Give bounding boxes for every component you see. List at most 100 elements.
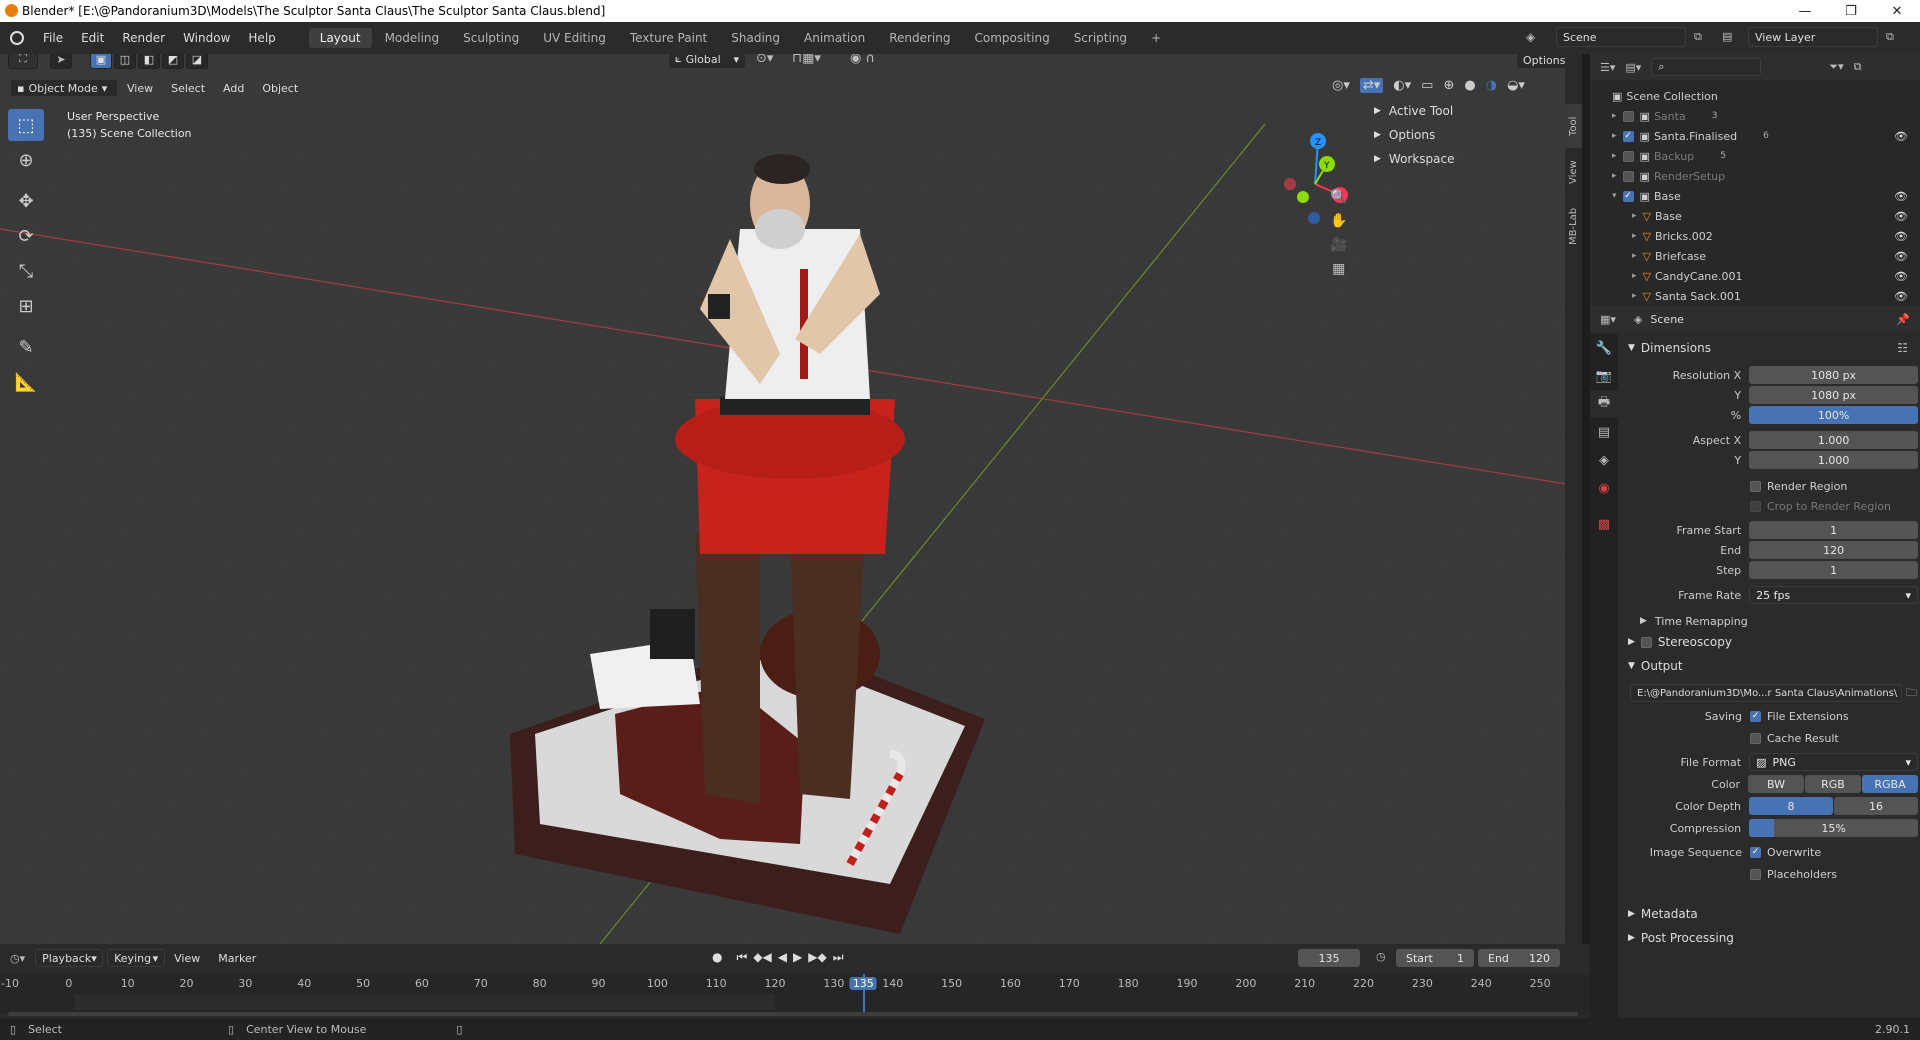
snap-icon[interactable]: ⊓▦▾ bbox=[792, 54, 821, 66]
tab-mblab[interactable]: MB-Lab bbox=[1565, 196, 1582, 256]
outliner-row[interactable]: ▸ ▽ Base 👁 bbox=[1590, 206, 1920, 226]
outliner-row[interactable]: ▸ ▣ Santa 3 bbox=[1590, 106, 1920, 126]
shading-wireframe-icon[interactable]: ⊕ bbox=[1443, 78, 1454, 93]
shading-solid-icon[interactable]: ● bbox=[1464, 78, 1475, 93]
vp-menu-object[interactable]: Object bbox=[253, 82, 307, 95]
checkbox[interactable] bbox=[1640, 636, 1652, 648]
overwrite-checkbox[interactable]: ✓ bbox=[1750, 846, 1761, 858]
pan-hand-icon[interactable]: ✋ bbox=[1330, 213, 1347, 229]
timeline-scrollbar[interactable] bbox=[8, 1012, 1578, 1016]
outliner-row[interactable]: ▸ ▣ Backup 5 bbox=[1590, 146, 1920, 166]
new-collection-icon[interactable]: ⧉ bbox=[1854, 60, 1862, 74]
maximize-button[interactable]: ❐ bbox=[1828, 0, 1874, 22]
measure-tool[interactable]: 📐 bbox=[8, 366, 44, 398]
select-tool-button[interactable]: ➤ bbox=[50, 54, 72, 69]
resolution-percent-field[interactable]: 100% bbox=[1749, 406, 1918, 424]
frame-rate-dropdown[interactable]: 25 fps ▾ bbox=[1749, 586, 1918, 604]
color-rgb-button[interactable]: RGB bbox=[1805, 775, 1861, 793]
view-layer-tab-icon[interactable]: ▤ bbox=[1590, 418, 1618, 446]
output-tab-icon[interactable]: 🖶 bbox=[1590, 390, 1618, 418]
record-icon[interactable]: ● bbox=[712, 950, 722, 965]
visibility-icon[interactable]: ◎▾ bbox=[1332, 78, 1350, 93]
outliner-row[interactable]: ▸ ▽ Bricks.002 👁 bbox=[1590, 226, 1920, 246]
close-button[interactable]: ✕ bbox=[1874, 0, 1920, 22]
select-subtract-icon[interactable]: ◧ bbox=[138, 54, 160, 69]
outliner-editor-icon[interactable]: ☰▾ bbox=[1600, 61, 1615, 74]
end-frame-field[interactable]: End 120 bbox=[1478, 949, 1560, 967]
tool-tab-icon[interactable]: 🔧 bbox=[1590, 334, 1618, 362]
move-tool[interactable]: ✥ bbox=[8, 185, 44, 217]
expand-icon[interactable]: ▾ bbox=[1612, 191, 1617, 201]
outliner-row[interactable]: ▸ ▣ RenderSetup bbox=[1590, 166, 1920, 186]
keying-menu[interactable]: Keying ▾ bbox=[107, 949, 166, 967]
start-frame-field[interactable]: Start 1 bbox=[1396, 949, 1474, 967]
camera-icon[interactable]: 🎥 bbox=[1330, 237, 1347, 253]
expand-icon[interactable]: ▸ bbox=[1612, 111, 1617, 121]
timeline-menu-marker[interactable]: Marker bbox=[209, 952, 265, 965]
outliner-row[interactable]: ▸ ▽ Santa Sack.001 👁 bbox=[1590, 286, 1920, 306]
render-region-checkbox[interactable]: Render Region bbox=[1618, 476, 1918, 496]
sidebar-item-active-tool[interactable]: ▶ Active Tool bbox=[1362, 99, 1562, 123]
exclude-checkbox[interactable]: ✓ bbox=[1622, 190, 1634, 202]
expand-icon[interactable]: ▸ bbox=[1632, 231, 1637, 241]
exclude-checkbox[interactable] bbox=[1622, 150, 1634, 162]
sidebar-item-options[interactable]: ▶ Options bbox=[1362, 123, 1562, 147]
color-bw-button[interactable]: BW bbox=[1748, 775, 1804, 793]
expand-icon[interactable]: ▸ bbox=[1612, 151, 1617, 161]
tab-texture-paint[interactable]: Texture Paint bbox=[619, 28, 718, 48]
texture-tab-icon[interactable]: ▩ bbox=[1590, 510, 1618, 538]
gizmo-toggle-icon[interactable]: ⇄▾ bbox=[1359, 78, 1384, 93]
outliner-row[interactable]: ▸ ✓ ▣ Santa.Finalised 6 👁 bbox=[1590, 126, 1920, 146]
resolution-x-field[interactable]: 1080 px bbox=[1749, 366, 1918, 384]
scale-tool[interactable]: ⤡ bbox=[8, 255, 44, 287]
filter-icon[interactable]: ⏷▾ bbox=[1829, 60, 1843, 74]
jump-end-icon[interactable]: ⏭ bbox=[833, 950, 844, 965]
menu-render[interactable]: Render bbox=[113, 31, 174, 45]
next-keyframe-icon[interactable]: ▶◆ bbox=[808, 950, 826, 965]
tab-uv-editing[interactable]: UV Editing bbox=[532, 28, 617, 48]
visibility-eye-icon[interactable]: 👁 bbox=[1894, 190, 1908, 203]
annotate-tool[interactable]: ✎ bbox=[8, 331, 44, 363]
pin-icon[interactable]: 📌 bbox=[1896, 313, 1910, 326]
view-layer-field[interactable]: View Layer bbox=[1748, 27, 1878, 47]
tab-animation[interactable]: Animation bbox=[793, 28, 876, 48]
color-rgba-button[interactable]: RGBA bbox=[1862, 775, 1918, 793]
scene-field[interactable]: Scene bbox=[1556, 27, 1686, 47]
visibility-eye-icon[interactable]: 👁 bbox=[1894, 230, 1908, 243]
aspect-y-field[interactable]: 1.000 bbox=[1749, 451, 1918, 469]
expand-icon[interactable]: ▸ bbox=[1632, 251, 1637, 261]
play-reverse-icon[interactable]: ◀ bbox=[778, 950, 787, 965]
tab-rendering[interactable]: Rendering bbox=[878, 28, 961, 48]
expand-icon[interactable]: ▸ bbox=[1632, 271, 1637, 281]
tab-view[interactable]: View bbox=[1565, 150, 1582, 194]
playback-menu[interactable]: Playback ▾ bbox=[35, 949, 104, 967]
depth-16-button[interactable]: 16 bbox=[1834, 797, 1918, 815]
metadata-header[interactable]: ▶ Metadata bbox=[1618, 902, 1918, 926]
outliner-row[interactable]: ▸ ▽ CandyCane.001 👁 bbox=[1590, 266, 1920, 286]
visibility-eye-icon[interactable]: 👁 bbox=[1894, 210, 1908, 223]
tab-scripting[interactable]: Scripting bbox=[1063, 28, 1138, 48]
frame-start-field[interactable]: 1 bbox=[1749, 521, 1918, 539]
world-tab-icon[interactable]: ◉ bbox=[1590, 474, 1618, 502]
tab-compositing[interactable]: Compositing bbox=[963, 28, 1060, 48]
add-workspace-button[interactable]: + bbox=[1140, 28, 1172, 48]
overlays-icon[interactable]: ◐▾ bbox=[1393, 78, 1411, 93]
new-scene-icon[interactable]: ⧉ bbox=[1694, 30, 1702, 44]
play-icon[interactable]: ▶ bbox=[793, 950, 802, 965]
ortho-grid-icon[interactable]: ▦ bbox=[1330, 261, 1347, 277]
outliner-search-input[interactable]: ⌕ bbox=[1651, 58, 1762, 76]
menu-window[interactable]: Window bbox=[174, 31, 239, 45]
editor-type-button[interactable]: ⛶ bbox=[8, 54, 38, 69]
zoom-icon[interactable]: 🔍 bbox=[1330, 189, 1347, 205]
display-mode-icon[interactable]: ▤▾ bbox=[1625, 61, 1641, 74]
xray-icon[interactable]: ▭ bbox=[1421, 78, 1433, 93]
cursor-tool[interactable]: ⊕ bbox=[8, 144, 44, 176]
options-dropdown[interactable]: Options▾ bbox=[1516, 54, 1566, 69]
select-new-icon[interactable]: ▣ bbox=[90, 54, 112, 69]
file-extensions-checkbox[interactable]: ✓ bbox=[1750, 710, 1761, 722]
resolution-y-field[interactable]: 1080 px bbox=[1749, 386, 1918, 404]
shading-material-icon[interactable]: ◑ bbox=[1486, 78, 1497, 93]
expand-icon[interactable]: ▸ bbox=[1632, 211, 1637, 221]
list-icon[interactable]: ☷ bbox=[1897, 341, 1908, 355]
new-view-layer-icon[interactable]: ⧉ bbox=[1886, 30, 1894, 44]
